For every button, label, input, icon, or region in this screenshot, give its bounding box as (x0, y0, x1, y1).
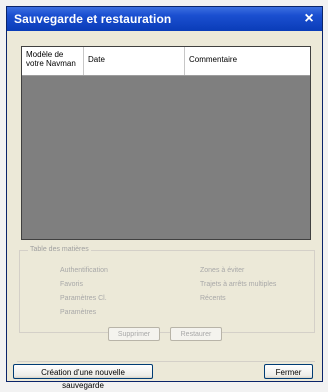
toc-item-settings: Paramètres (60, 309, 97, 316)
window-title: Sauvegarde et restauration (14, 12, 172, 26)
toc-item-favorites: Favoris (60, 281, 83, 288)
backups-list[interactable]: Modèle de votre Navman Date Commentaire (21, 46, 311, 240)
delete-button[interactable]: Supprimer (108, 327, 160, 341)
toc-groupbox: Table des matières Authentification Favo… (19, 246, 315, 333)
title-bar[interactable]: Sauvegarde et restauration × (7, 7, 322, 31)
column-header-comment[interactable]: Commentaire (185, 47, 310, 75)
backup-restore-dialog: Sauvegarde et restauration × Modèle de v… (6, 6, 323, 390)
toc-item-recent: Récents (200, 295, 226, 302)
toc-item-settings-cl: Paramètres Cl. (60, 295, 107, 302)
close-icon[interactable]: × (300, 10, 318, 28)
new-backup-button[interactable]: Création d'une nouvelle sauvegarde (13, 364, 153, 390)
footer-separator (17, 361, 315, 362)
toc-legend: Table des matières (28, 246, 91, 253)
close-button[interactable]: Fermer (264, 364, 313, 379)
toc-item-multistop-trips: Trajets à arrêts multiples (200, 281, 277, 288)
column-header-model[interactable]: Modèle de votre Navman (22, 47, 84, 75)
list-header: Modèle de votre Navman Date Commentaire (22, 47, 310, 76)
toc-item-avoid-areas: Zones à éviter (200, 267, 245, 274)
column-header-date[interactable]: Date (84, 47, 185, 75)
restore-button[interactable]: Restaurer (170, 327, 222, 341)
toc-item-authentication: Authentification (60, 267, 108, 274)
